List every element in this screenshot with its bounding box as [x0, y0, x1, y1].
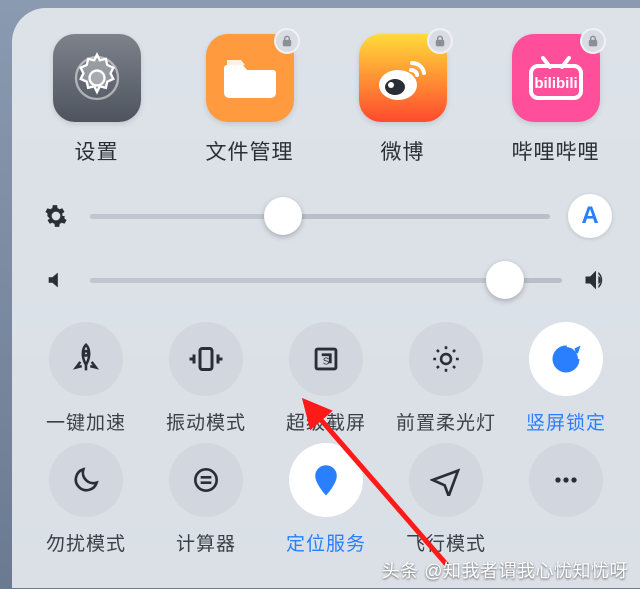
- weibo-icon: [374, 49, 432, 107]
- quick-toggles-row-2: 勿扰模式 计算器 定位服务 飞行模式: [32, 443, 620, 546]
- slider-thumb[interactable]: [486, 261, 524, 299]
- control-center-panel: 设置 文件管理: [12, 8, 640, 588]
- svg-text:S: S: [323, 357, 330, 368]
- app-files[interactable]: 文件管理: [185, 34, 314, 166]
- front-light-button[interactable]: [409, 322, 483, 396]
- recent-apps-row: 设置 文件管理: [32, 34, 620, 166]
- toggle-label: 一键加速: [46, 408, 126, 435]
- auto-brightness-button[interactable]: A: [568, 194, 612, 238]
- more-icon: [550, 464, 582, 496]
- volume-slider-row: [40, 266, 612, 294]
- volume-slider[interactable]: [90, 278, 562, 283]
- volume-low-icon: [40, 269, 72, 291]
- folder-icon: [223, 57, 277, 99]
- gear-icon[interactable]: [40, 203, 72, 229]
- toggle-label: 超级截屏: [286, 408, 366, 435]
- lock-icon: [274, 28, 300, 54]
- rotation-lock-icon: [548, 341, 584, 377]
- brightness-slider-row: A: [40, 194, 612, 238]
- location-icon: [310, 464, 342, 496]
- vibrate-icon: [188, 341, 224, 377]
- svg-text:bilibili: bilibili: [534, 75, 577, 92]
- toggle-label: 竖屏锁定: [526, 408, 606, 435]
- location-button[interactable]: [289, 443, 363, 517]
- super-screenshot-button[interactable]: S: [289, 322, 363, 396]
- app-settings[interactable]: 设置: [32, 34, 161, 166]
- app-bilibili[interactable]: bilibili 哔哩哔哩: [491, 34, 620, 166]
- gear-icon: [69, 50, 125, 106]
- moon-icon: [70, 464, 102, 496]
- rocket-icon: [69, 342, 103, 376]
- rotation-lock-button[interactable]: [529, 322, 603, 396]
- airplane-icon: [430, 464, 462, 496]
- lock-icon: [580, 28, 606, 54]
- airplane-button[interactable]: [409, 443, 483, 517]
- app-label: 哔哩哔哩: [512, 136, 600, 166]
- dnd-button[interactable]: [49, 443, 123, 517]
- volume-high-icon: [580, 266, 612, 294]
- bilibili-icon: bilibili: [525, 54, 587, 102]
- screenshot-icon: S: [309, 342, 343, 376]
- sun-icon: [429, 342, 463, 376]
- toggle-label: 飞行模式: [406, 529, 486, 556]
- app-weibo[interactable]: 微博: [338, 34, 467, 166]
- more-button[interactable]: [529, 443, 603, 517]
- watermark-text: 头条 @知我者谓我心忧知忧呀: [382, 557, 628, 583]
- vibrate-button[interactable]: [169, 322, 243, 396]
- toggle-label: 前置柔光灯: [396, 408, 496, 435]
- toggle-label: 计算器: [176, 529, 236, 556]
- lock-icon: [427, 28, 453, 54]
- toggle-label: 定位服务: [286, 529, 366, 556]
- quick-toggles-row: 一键加速 振动模式 S 超级截屏 前置柔光灯 竖屏锁定: [32, 322, 620, 435]
- brightness-slider[interactable]: [90, 214, 550, 219]
- slider-thumb[interactable]: [264, 197, 302, 235]
- toggle-label: 振动模式: [166, 408, 246, 435]
- boost-button[interactable]: [49, 322, 123, 396]
- toggle-label: 勿扰模式: [46, 529, 126, 556]
- app-label: 设置: [75, 136, 119, 166]
- app-label: 文件管理: [206, 136, 294, 166]
- app-label: 微博: [381, 136, 425, 166]
- calculator-button[interactable]: [169, 443, 243, 517]
- calculator-icon: [190, 464, 222, 496]
